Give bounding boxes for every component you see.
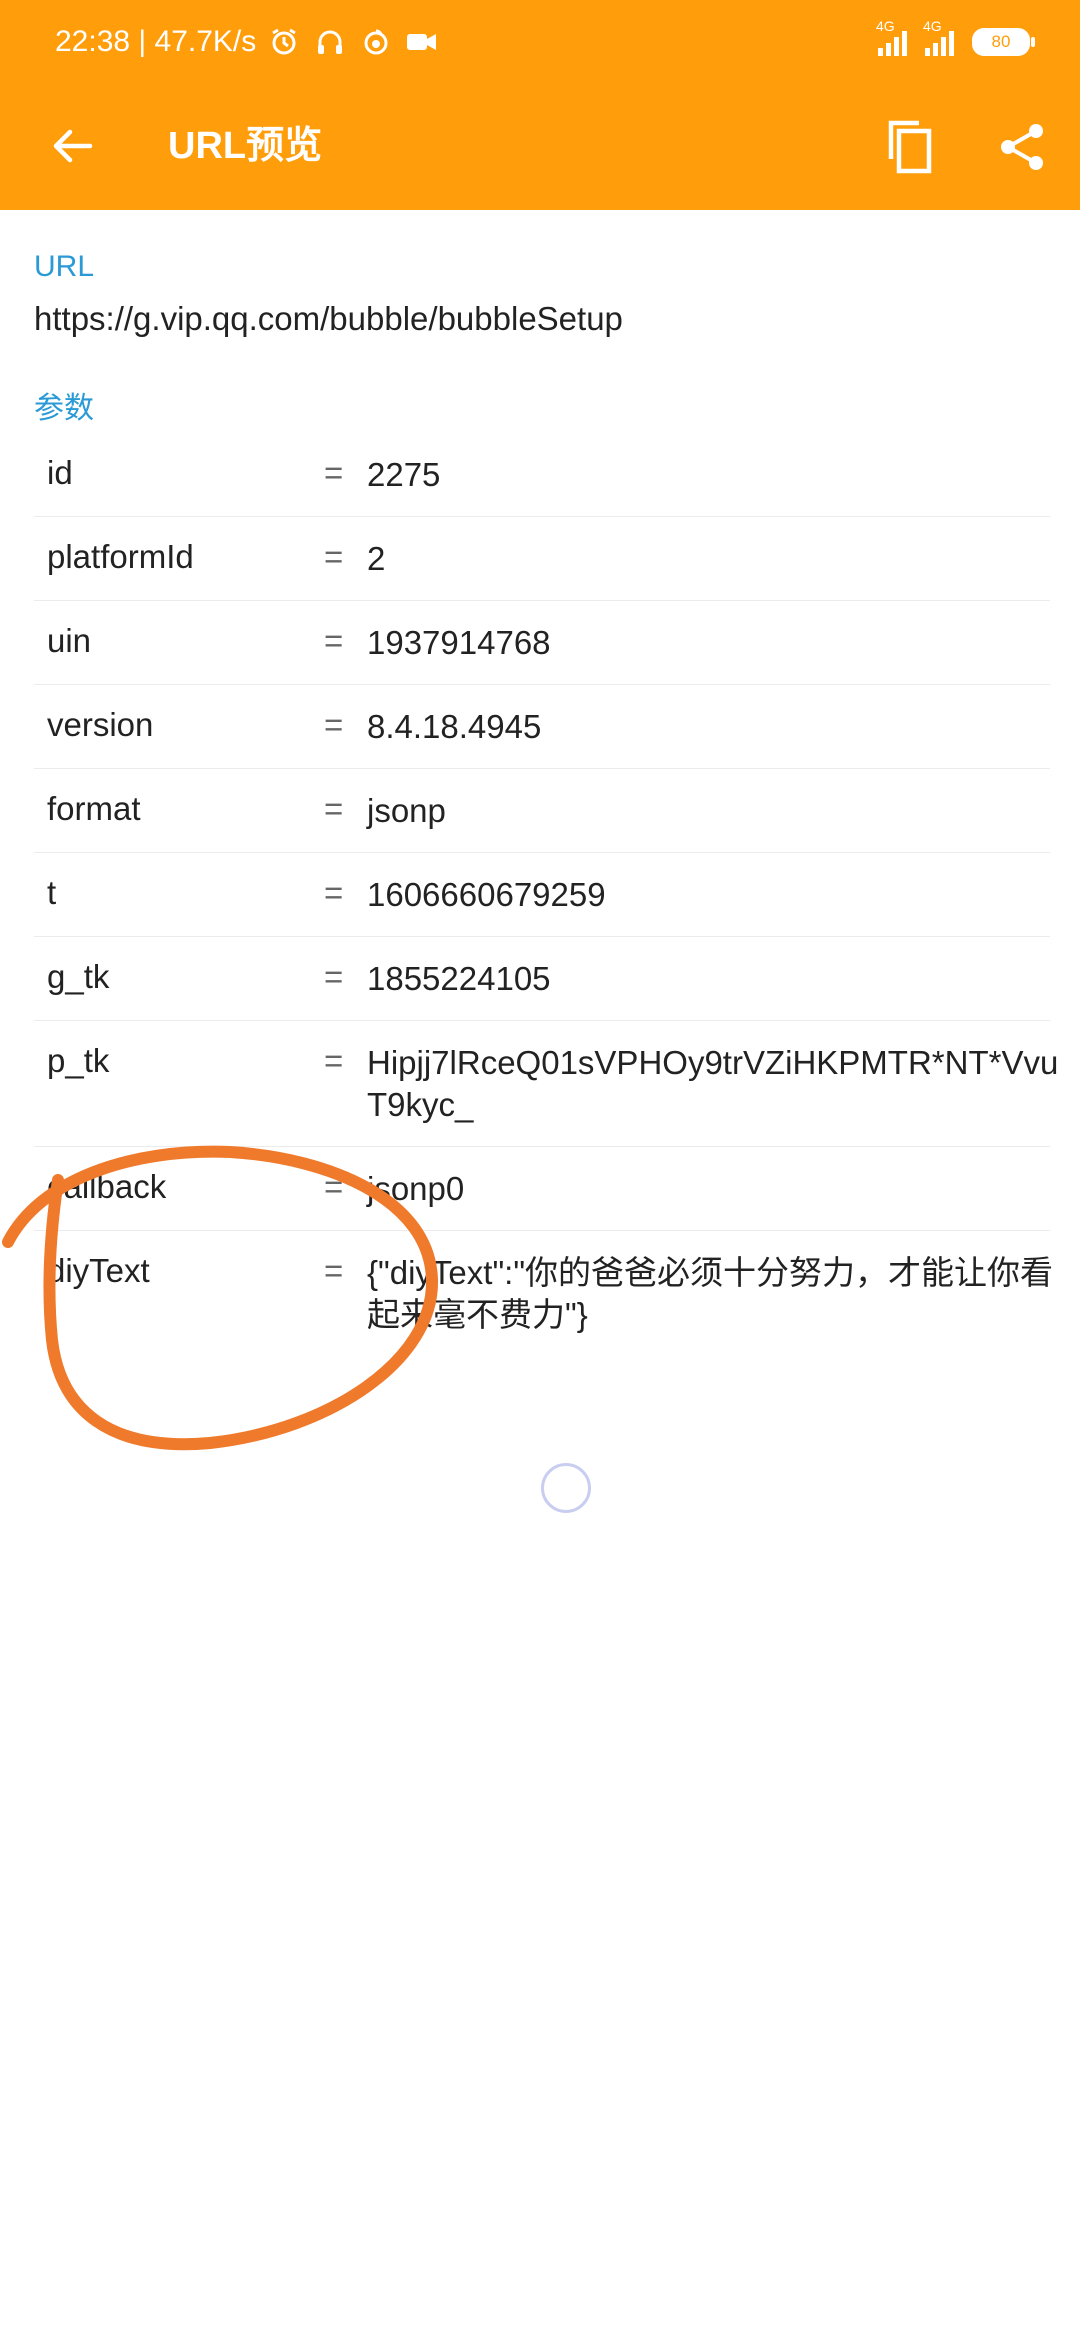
signal-icon: 4G [923,18,954,56]
param-equals: = [324,454,344,491]
param-key: g_tk [47,958,110,995]
battery-level: 80 [991,32,1011,51]
param-equals: = [324,538,344,575]
param-key: uin [47,622,92,659]
param-key: format [47,790,141,827]
param-value: 1855224105 [367,960,551,997]
headphones-icon [312,24,348,60]
param-key: callback [47,1168,167,1205]
param-row: version = 8.4.18.4945 [34,684,1050,769]
param-key: diyText [47,1252,150,1289]
param-value: 1606660679259 [367,876,606,913]
param-value: 1937914768 [367,624,551,661]
param-row: callback = jsonp0 [34,1146,1050,1231]
param-key: platformId [47,538,194,575]
param-equals: = [324,1168,344,1205]
status-bar: 22:38 | 47.7K/s 4G 4G 80 [0,0,1080,82]
param-equals: = [324,622,344,659]
arrow-left-icon [53,129,93,163]
param-value: Hipjj7lRceQ01sVPHOy9trVZiHKPMTR*NT*VvuT9… [367,1044,1059,1123]
param-value: 8.4.18.4945 [367,708,542,745]
url-section-label: URL [34,250,95,283]
params-section-label: 参数 [34,392,94,425]
param-row: uin = 1937914768 [34,600,1050,685]
video-camera-icon [404,24,440,60]
param-key: version [47,706,154,743]
param-equals: = [324,1252,344,1289]
toolbar: URL预览 [0,82,1080,210]
param-value: 2 [367,540,386,577]
battery-icon: 80 [972,28,1035,56]
param-equals: = [324,1042,344,1079]
alarm-icon [266,24,302,60]
param-equals: = [324,706,344,743]
share-icon [1001,124,1043,170]
param-value: {"diyText":"你的爸爸必须十分努力，才能让你看起来毫不费力"} [367,1254,1054,1333]
copy-button[interactable] [875,112,945,182]
param-value: 2275 [367,456,441,493]
signal-label: 4G [876,18,895,34]
param-row: p_tk = Hipjj7lRceQ01sVPHOy9trVZiHKPMTR*N… [34,1020,1058,1147]
copy-icon [888,120,932,174]
share-button[interactable] [988,112,1058,182]
param-equals: = [324,958,344,995]
param-row: platformId = 2 [34,516,1050,601]
param-row: t = 1606660679259 [34,852,1050,937]
param-key: id [47,454,73,491]
param-value: jsonp [367,792,446,829]
param-equals: = [324,790,344,827]
param-key: p_tk [47,1042,110,1079]
status-left: 22:38 | 47.7K/s [55,20,440,64]
status-right: 4G 4G 80 [876,18,1035,62]
param-row: diyText = {"diyText":"你的爸爸必须十分努力，才能让你看起来… [34,1230,1053,1356]
param-row: format = jsonp [34,768,1050,853]
page-title: URL预览 [168,125,323,167]
music-app-icon [358,24,394,60]
status-time-speed: 22:38 | 47.7K/s [55,25,257,58]
param-equals: = [324,874,344,911]
loading-spinner [541,1463,591,1513]
back-button[interactable] [36,110,108,182]
param-key: t [47,874,57,911]
param-row: id = 2275 [34,432,1050,517]
signal-icon: 4G [876,18,907,56]
app-bar: 22:38 | 47.7K/s 4G 4G 80 URL预览 [0,0,1080,210]
param-row: g_tk = 1855224105 [34,936,1050,1021]
url-value: https://g.vip.qq.com/bubble/bubbleSetup [34,300,623,337]
signal-label: 4G [923,18,942,34]
param-value: jsonp0 [367,1170,465,1207]
